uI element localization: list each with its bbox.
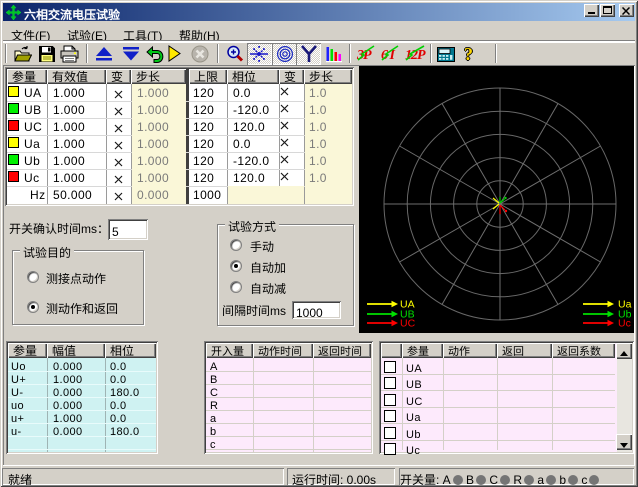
svg-text:UC: UC bbox=[400, 318, 416, 330]
svg-text:Uc: Uc bbox=[618, 318, 631, 330]
